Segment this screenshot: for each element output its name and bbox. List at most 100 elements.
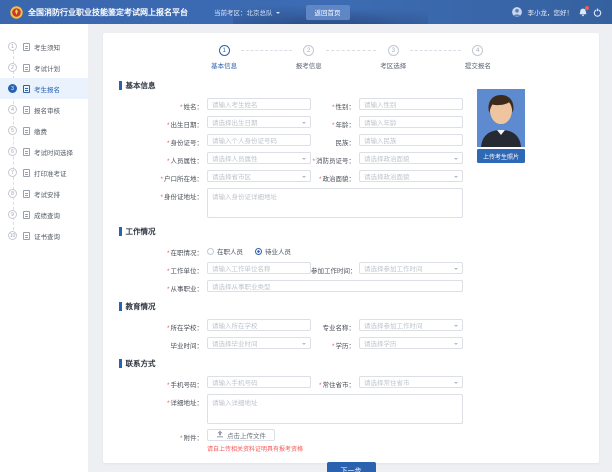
select-input[interactable]: 请选择毕业时间 xyxy=(207,337,311,349)
field-label: *在职情况： xyxy=(119,244,207,257)
textarea-input[interactable]: 请输入身份证详细地址 xyxy=(207,188,463,218)
upload-file-button[interactable]: 点击上传文件 xyxy=(207,429,275,441)
step-3[interactable]: 3 考区选择 xyxy=(376,45,410,70)
radio-option[interactable]: 待业人员 xyxy=(255,246,291,256)
user-avatar[interactable] xyxy=(511,7,522,17)
input-input[interactable]: 请输入性别 xyxy=(359,98,463,110)
field-label-text: 毕业时间： xyxy=(170,343,204,350)
home-button[interactable]: 返回首页 xyxy=(305,4,350,20)
notification-bell-icon[interactable] xyxy=(579,6,589,17)
sidebar: 1 考生须知 2 考试计划 3 考生报名 4 报名审核 5 缴费 6 考试时间选择 7 打印准考证 8 考试安… xyxy=(0,24,88,472)
select-input[interactable]: 请选择政治面貌 xyxy=(359,152,463,164)
field-label: *人员属性： xyxy=(119,152,207,165)
required-mark: * xyxy=(331,104,335,111)
input-input[interactable]: 请输入个人身份证号码 xyxy=(207,134,311,146)
field-label-text: 从事职业： xyxy=(170,286,204,293)
sidebar-item-label: 考生须知 xyxy=(34,44,60,52)
select-input[interactable]: 请选择省市区 xyxy=(207,170,311,182)
field-label: *从事职业： xyxy=(119,280,207,293)
step-4[interactable]: 4 提交报名 xyxy=(461,45,495,70)
sidebar-item-8[interactable]: 8 考试安排 xyxy=(0,183,88,204)
select-input[interactable]: 请选择人员属性 xyxy=(207,152,311,164)
select-input[interactable]: 请选择政治面貌 xyxy=(359,170,463,182)
input-input[interactable]: 请输入民族 xyxy=(359,134,463,146)
field-placeholder: 请输入所在学校 xyxy=(212,323,258,330)
upload-photo-button[interactable]: 上传考生照片 xyxy=(477,149,525,163)
field-label-text: 所在学校： xyxy=(170,325,204,332)
input-input[interactable]: 请选择从事职业类型 xyxy=(207,280,463,292)
sidebar-item-label: 证书查询 xyxy=(34,233,60,241)
sidebar-item-2[interactable]: 2 考试计划 xyxy=(0,57,88,78)
sidebar-step-number: 6 xyxy=(8,147,17,156)
radio-icon xyxy=(255,247,262,255)
field-label-text: 手机号码： xyxy=(170,382,204,389)
field-placeholder: 请选择学历 xyxy=(364,341,397,348)
sidebar-item-9[interactable]: 9 成绩查询 xyxy=(0,204,88,225)
field-placeholder: 请输入身份证详细地址 xyxy=(212,194,277,201)
sidebar-step-number: 8 xyxy=(8,189,17,198)
field-placeholder: 请选择从事职业类型 xyxy=(212,284,271,291)
required-mark: * xyxy=(331,343,335,350)
progress-stepper: 1 基本信息 2 报考信息 3 考区选择 4 提交报名 xyxy=(207,45,495,70)
select-input[interactable]: 请选择参加工作时间 xyxy=(359,319,463,331)
field-placeholder: 请选择人员属性 xyxy=(212,156,258,163)
field-label-text: 工作单位： xyxy=(170,268,204,275)
select-input[interactable]: 请选择出生日期 xyxy=(207,116,311,128)
required-mark: * xyxy=(166,122,170,129)
step-label: 提交报名 xyxy=(464,63,491,70)
select-input[interactable]: 请选择学历 xyxy=(359,337,463,349)
field-label: *年龄： xyxy=(311,116,359,129)
sidebar-item-5[interactable]: 5 缴费 xyxy=(0,120,88,141)
document-icon xyxy=(23,231,30,240)
required-mark: * xyxy=(318,176,322,183)
document-icon xyxy=(23,42,30,51)
field-label: *身份证号： xyxy=(119,134,207,147)
sidebar-item-10[interactable]: 10 证书查询 xyxy=(0,225,88,246)
sidebar-item-4[interactable]: 4 报名审核 xyxy=(0,99,88,120)
input-input[interactable]: 请输入考生姓名 xyxy=(207,98,311,110)
select-input[interactable]: 请选择常住省市 xyxy=(359,376,463,388)
form-row: *出生日期： 请选择出生日期 *年龄： 请输入年龄 xyxy=(119,116,471,129)
content-area: 1 基本信息 2 报考信息 3 考区选择 4 提交报名 基本信息 *姓名： 请输入考生姓名 *性别：… xyxy=(88,24,612,472)
sidebar-item-6[interactable]: 6 考试时间选择 xyxy=(0,141,88,162)
step-connector xyxy=(325,50,377,51)
required-mark: * xyxy=(179,435,183,442)
radio-label: 待业人员 xyxy=(265,249,291,256)
textarea-input[interactable]: 请输入详细地址 xyxy=(207,394,463,424)
step-2[interactable]: 2 报考信息 xyxy=(292,45,326,70)
logout-power-icon[interactable] xyxy=(593,7,602,17)
required-mark: * xyxy=(166,250,170,257)
sidebar-item-7[interactable]: 7 打印准考证 xyxy=(0,162,88,183)
field-label: *附件： xyxy=(119,429,207,442)
step-label: 考区选择 xyxy=(380,63,407,70)
sidebar-item-label: 考试安排 xyxy=(34,191,60,199)
required-mark: * xyxy=(160,176,163,183)
section-accent-bar xyxy=(119,359,122,368)
field-label: 毕业时间： xyxy=(119,337,207,350)
radio-icon xyxy=(207,247,214,255)
field-placeholder: 请选择参加工作时间 xyxy=(364,266,423,273)
section-title: 教育情况 xyxy=(119,301,471,312)
form-row: *所在学校： 请输入所在学校 专业名称： 请选择参加工作时间 xyxy=(119,319,471,332)
sidebar-step-number: 2 xyxy=(8,63,17,72)
input-input[interactable]: 请输入手机号码 xyxy=(207,376,311,388)
select-input[interactable]: 请选择参加工作时间 xyxy=(359,262,463,274)
sidebar-item-label: 考生报名 xyxy=(34,86,60,94)
input-input[interactable]: 请输入工作单位名称 xyxy=(207,262,311,274)
required-mark: * xyxy=(166,268,170,275)
field-label-text: 民族： xyxy=(335,140,356,147)
step-1[interactable]: 1 基本信息 xyxy=(207,45,241,70)
step-number: 1 xyxy=(218,45,230,56)
form-row: *手机号码： 请输入手机号码 *常住省市： 请选择常住省市 xyxy=(119,376,471,389)
radio-option[interactable]: 在职人员 xyxy=(207,246,243,256)
candidate-photo-box: 上传考生照片 xyxy=(477,89,525,163)
field-label: *政治面貌： xyxy=(311,170,359,183)
next-step-button[interactable]: 下一步 xyxy=(326,462,376,472)
input-input[interactable]: 请输入年龄 xyxy=(359,116,463,128)
sidebar-item-1[interactable]: 1 考生须知 xyxy=(0,36,88,57)
field-label: *姓名： xyxy=(119,98,207,111)
input-input[interactable]: 请输入所在学校 xyxy=(207,319,311,331)
required-mark: * xyxy=(166,140,170,147)
region-selector[interactable]: 当前考区：北京总队 xyxy=(214,7,280,17)
sidebar-item-3[interactable]: 3 考生报名 xyxy=(0,78,88,99)
